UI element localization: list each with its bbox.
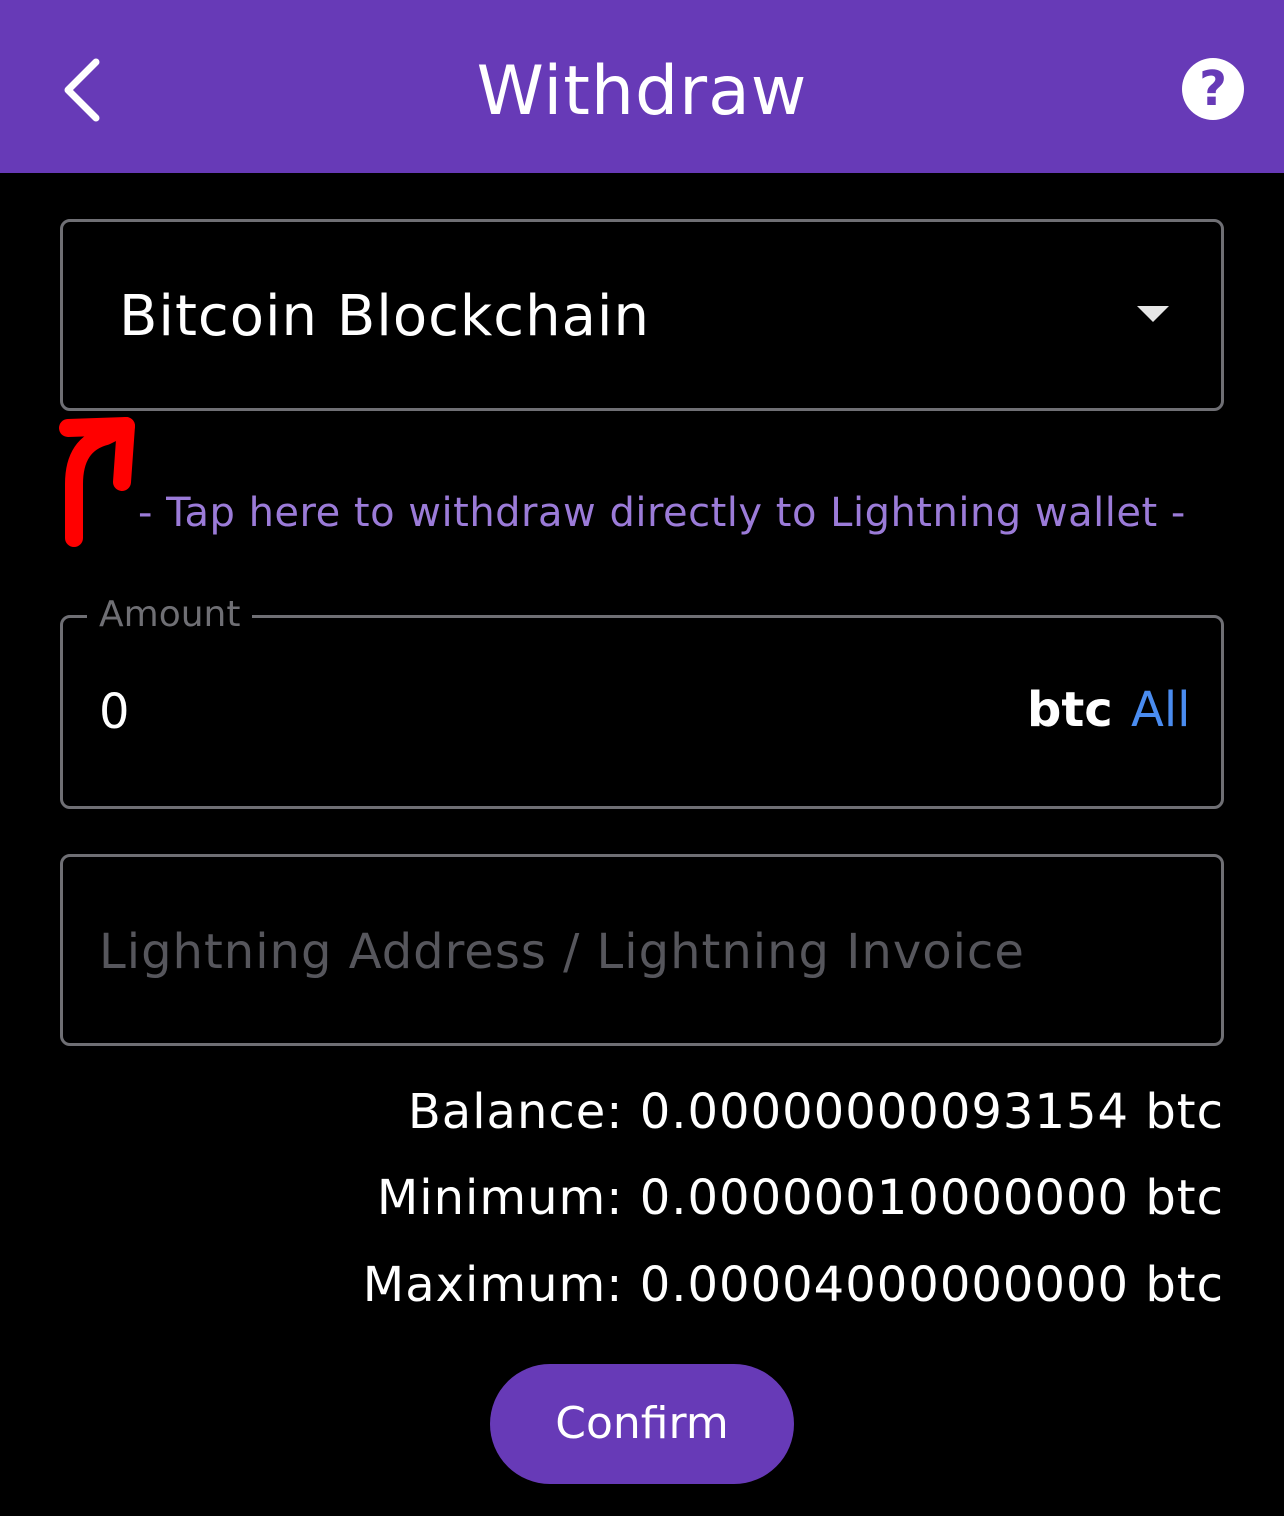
amount-label: Amount [87, 592, 253, 638]
maximum-text: Maximum: 0.00004000000000 btc [362, 1257, 1224, 1313]
amount-unit: btc [1027, 682, 1113, 738]
lightning-withdraw-link[interactable]: - Tap here to withdraw directly to Light… [138, 488, 1186, 538]
question-circle-icon: ? [1199, 61, 1227, 117]
red-arrow-icon [56, 414, 146, 548]
amount-field[interactable]: Amount 0 btc All [60, 592, 1224, 809]
confirm-label: Confirm [555, 1398, 729, 1449]
address-placeholder: Lightning Address / Lightning Invoice [99, 924, 1025, 980]
network-select-value: Bitcoin Blockchain [119, 284, 650, 349]
app-header: Withdraw ? [0, 0, 1284, 173]
caret-down-icon [1137, 306, 1169, 322]
all-button[interactable]: All [1131, 682, 1191, 738]
network-select[interactable]: Bitcoin Blockchain [60, 219, 1224, 411]
help-button[interactable]: ? [1182, 58, 1244, 120]
page-title: Withdraw [476, 52, 808, 131]
minimum-text: Minimum: 0.00000010000000 btc [376, 1170, 1224, 1226]
balance-text: Balance: 0.00000000093154 btc [407, 1084, 1224, 1140]
amount-input[interactable]: 0 [99, 684, 130, 740]
confirm-button[interactable]: Confirm [490, 1364, 794, 1484]
address-input[interactable]: Lightning Address / Lightning Invoice [60, 854, 1224, 1046]
